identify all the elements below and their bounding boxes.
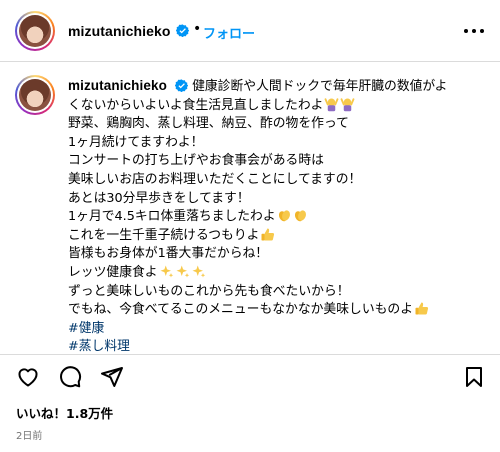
caption-line-text: 1ヶ月で4.5キロ体重落ちましたわよ — [68, 209, 276, 225]
thumbs-up-emoji-icon — [415, 302, 429, 315]
caption-line: mizutanichieko 健康診断や人間ドックで毎年肝臓の数値がよ — [68, 77, 488, 97]
caption-line-text: くないからいよいよ食生活見直しましたわよ — [68, 97, 324, 113]
verified-badge-icon — [175, 79, 188, 92]
caption-line: ずっと美味しいものこれから先も食べたいから！ — [68, 283, 350, 299]
caption-line: 美味しいお店のお料理いただくことにしてますの！ — [68, 171, 362, 187]
bookmark-icon — [466, 367, 482, 387]
caption-line: 1ヶ月で4.5キロ体重落ちましたわよ — [68, 208, 488, 227]
separator-dot: • — [193, 21, 202, 37]
follow-button[interactable]: フォロー — [203, 23, 255, 42]
post-caption: mizutanichieko 健康診断や人間ドックで毎年肝臓の数値がよ くないか… — [0, 63, 500, 354]
divider — [0, 354, 500, 355]
header-username[interactable]: mizutanichieko — [68, 23, 171, 39]
share-icon — [101, 367, 123, 387]
caption-text: mizutanichieko 健康診断や人間ドックで毎年肝臓の数値がよ くないか… — [68, 77, 488, 357]
caption-line: でもね、今食べてるこのメニューもなかなか美味しいものよ — [68, 301, 488, 320]
clapping-hands-emoji-icon — [294, 210, 306, 222]
caption-username[interactable]: mizutanichieko — [68, 78, 167, 93]
post-timestamp[interactable]: 2日前 — [16, 427, 42, 442]
raising-hands-emoji-icon — [325, 97, 339, 111]
likes-count[interactable]: いいね！1.8万件 — [16, 403, 113, 422]
action-bar — [0, 362, 500, 394]
caption-profile-photo — [19, 79, 51, 111]
like-button[interactable] — [16, 365, 40, 389]
more-options-icon[interactable] — [464, 29, 484, 35]
hashtag-link[interactable]: #健康 — [68, 320, 488, 339]
comment-icon — [60, 366, 82, 388]
verified-badge-icon — [176, 24, 189, 37]
caption-line: 野菜、鶏胸肉、蒸し料理、納豆、酢の物を作って — [68, 116, 349, 132]
sparkles-emoji-icon — [192, 265, 205, 278]
caption-line: 皆様もお身体が1番大事だからね！ — [68, 246, 269, 262]
caption-line-text: でもね、今食べてるこのメニューもなかなか美味しいものよ — [68, 302, 414, 318]
caption-avatar[interactable] — [15, 75, 55, 115]
save-button[interactable] — [462, 365, 486, 389]
caption-line: これを一生千重子続けるつもりよ — [68, 227, 488, 246]
caption-line: 1ヶ月続けてますわよ！ — [68, 134, 204, 150]
caption-line-text: 健康診断や人間ドックで毎年肝臓の数値がよ — [192, 79, 448, 94]
heart-icon — [18, 368, 38, 387]
avatar[interactable] — [15, 11, 55, 51]
caption-line-text: レッツ健康食よ — [68, 264, 158, 280]
sparkles-emoji-icon — [160, 265, 173, 278]
comment-button[interactable] — [58, 365, 82, 389]
clapping-hands-emoji-icon — [278, 210, 290, 222]
thumbs-up-emoji-icon — [261, 228, 275, 241]
caption-line: レッツ健康食よ — [68, 264, 488, 283]
raising-hands-emoji-icon — [341, 97, 355, 111]
sparkles-emoji-icon — [176, 265, 189, 278]
caption-line: あとは30分早歩きをしてます！ — [68, 190, 250, 206]
caption-line: コンサートの打ち上げやお食事会がある時は — [68, 153, 324, 169]
post-header: mizutanichieko • フォロー — [0, 0, 500, 62]
profile-photo — [19, 15, 51, 47]
share-button[interactable] — [100, 365, 124, 389]
caption-line-text: これを一生千重子続けるつもりよ — [68, 227, 260, 243]
caption-line: くないからいよいよ食生活見直しましたわよ — [68, 97, 488, 116]
